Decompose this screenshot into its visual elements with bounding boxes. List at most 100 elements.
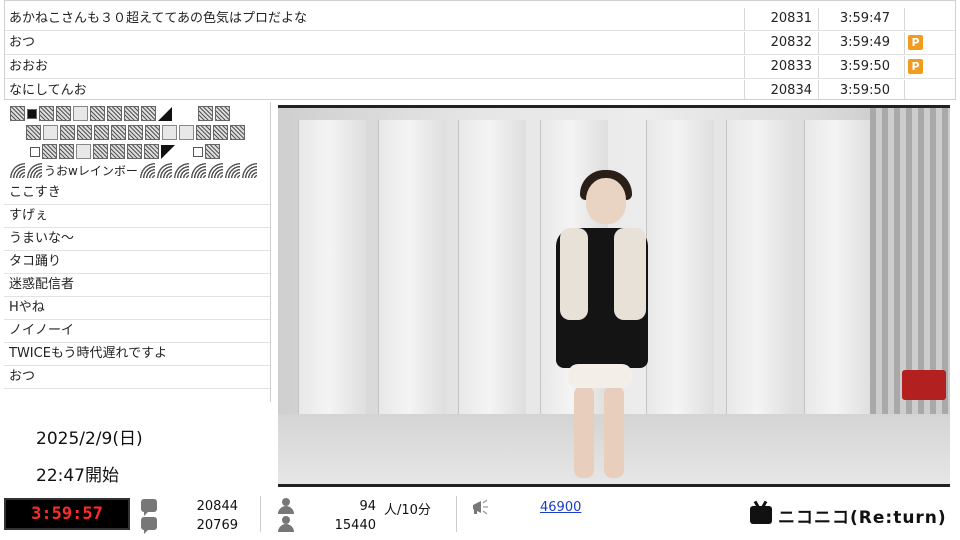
dancer-leg: [574, 386, 594, 478]
comment-count-sub: 20769: [196, 518, 238, 533]
pattern-square-icon: [90, 106, 105, 121]
art-text: うおwレインボー: [44, 164, 138, 178]
list-item[interactable]: Hやね: [4, 297, 270, 320]
pattern-square-icon: [94, 125, 109, 140]
pattern-square-icon: [198, 106, 213, 121]
pattern-square-icon: [56, 106, 71, 121]
pattern-square-icon: [10, 106, 25, 121]
comment-number: 20831: [745, 8, 819, 30]
viewer-icon: [277, 498, 295, 514]
rainbow-icon: [27, 163, 42, 178]
pattern-square-icon: [26, 125, 41, 140]
broadcast-start-time: 22:47開始: [36, 466, 119, 486]
white-square-icon: [30, 146, 40, 157]
dancer-leg: [604, 386, 624, 478]
pattern-square-icon: [77, 125, 92, 140]
comment-time: 3:59:49: [819, 32, 905, 54]
comment-badge-cell: [905, 80, 955, 99]
comment-table: あかねこさんも３０超えててあの色気はプロだよな 20831 3:59:47 おつ…: [4, 0, 956, 100]
pattern-square-icon: [59, 144, 74, 159]
rainbow-icon: [207, 163, 223, 178]
premium-badge-icon: P: [908, 35, 923, 50]
pattern-square-icon: [230, 125, 245, 140]
light-square-icon: [73, 106, 88, 121]
pattern-square-icon: [205, 144, 220, 159]
table-row[interactable]: なにしてんお 20834 3:59:50: [5, 80, 955, 99]
comment-list: うおwレインボー ここすき すげぇ うまいな～ タコ踊り 迷惑配信者 Hやね ノ…: [4, 102, 271, 402]
video-wall-panel: [298, 120, 366, 420]
list-item[interactable]: ここすき: [4, 182, 270, 205]
list-item[interactable]: タコ踊り: [4, 251, 270, 274]
rainbow-icon: [10, 163, 25, 178]
rainbow-icon: [190, 163, 206, 178]
comment-count: 20844: [196, 499, 238, 514]
ascii-art-row: [26, 124, 245, 141]
ascii-art-row: うおwレインボー: [10, 162, 257, 179]
dancer-sleeve: [560, 228, 588, 320]
list-item[interactable]: うまいな～: [4, 228, 270, 251]
viewer-total: 15440: [334, 518, 376, 533]
pattern-square-icon: [93, 144, 108, 159]
video-player[interactable]: [278, 105, 950, 487]
pattern-square-icon: [141, 106, 156, 121]
pattern-square-icon: [213, 125, 228, 140]
pattern-square-icon: [111, 125, 126, 140]
viewer-icon: [277, 516, 295, 532]
screen: あかねこさんも３０超えててあの色気はプロだよな 20831 3:59:47 おつ…: [0, 0, 960, 540]
light-square-icon: [162, 125, 177, 140]
video-red-chair: [902, 370, 946, 400]
triangle-icon: [158, 106, 172, 121]
comment-badge-cell: P: [905, 56, 955, 78]
video-wall-panel: [646, 120, 714, 420]
table-row[interactable]: あかねこさんも３０超えててあの色気はプロだよな 20831 3:59:47: [5, 8, 955, 31]
light-square-icon: [76, 144, 91, 159]
comment-text: なにしてんお: [5, 80, 745, 99]
list-item[interactable]: 迷惑配信者: [4, 274, 270, 297]
video-wall-panel: [726, 120, 794, 420]
divider: [456, 496, 457, 532]
list-item[interactable]: すげぇ: [4, 205, 270, 228]
rainbow-icon: [224, 163, 240, 178]
elapsed-timer: 3:59:57: [4, 498, 130, 530]
ascii-art-row: [10, 105, 230, 122]
comment-time: 3:59:47: [819, 8, 905, 30]
light-square-icon: [179, 125, 194, 140]
comment-number: 20833: [745, 56, 819, 78]
pattern-square-icon: [107, 106, 122, 121]
rainbow-icon: [139, 163, 155, 178]
rainbow-icon: [241, 163, 257, 178]
pattern-square-icon: [128, 125, 143, 140]
dancer-head: [586, 178, 626, 224]
comment-number: 20832: [745, 32, 819, 54]
list-item[interactable]: TWICEもう時代遅れですよ: [4, 343, 270, 366]
light-square-icon: [43, 125, 58, 140]
dancer-shorts: [568, 364, 632, 388]
video-wall-panel: [804, 120, 872, 420]
comment-text: おつ: [5, 32, 745, 54]
pattern-square-icon: [145, 125, 160, 140]
table-row[interactable]: おおお 20833 3:59:50 P: [5, 56, 955, 79]
triangle-icon: [161, 144, 175, 159]
list-item[interactable]: ノイノーイ: [4, 320, 270, 343]
pattern-square-icon: [215, 106, 230, 121]
comment-badge-cell: [905, 8, 955, 30]
pattern-square-icon: [124, 106, 139, 121]
status-bar: 3:59:57 20844 20769 94 人/10分 15440 46900…: [0, 490, 960, 540]
comment-icon: [141, 499, 157, 516]
megaphone-icon: [473, 499, 488, 515]
rainbow-icon: [173, 163, 189, 178]
pattern-square-icon: [110, 144, 125, 159]
comment-icon: [141, 517, 157, 534]
logo-text: ニコニコ(Re:turn): [778, 507, 947, 528]
comment-number: 20834: [745, 80, 819, 99]
comment-badge-cell: P: [905, 32, 955, 54]
table-row[interactable]: おつ 20832 3:59:49 P: [5, 32, 955, 55]
comment-text: あかねこさんも３０超えててあの色気はプロだよな: [5, 8, 745, 30]
dancer-sleeve: [614, 228, 646, 320]
pattern-square-icon: [144, 144, 159, 159]
broadcast-date: 2025/2/9(日): [36, 429, 143, 449]
premium-badge-icon: P: [908, 59, 923, 74]
divider: [260, 496, 261, 532]
list-item[interactable]: おつ: [4, 366, 270, 389]
ad-points-link[interactable]: 46900: [540, 500, 581, 515]
